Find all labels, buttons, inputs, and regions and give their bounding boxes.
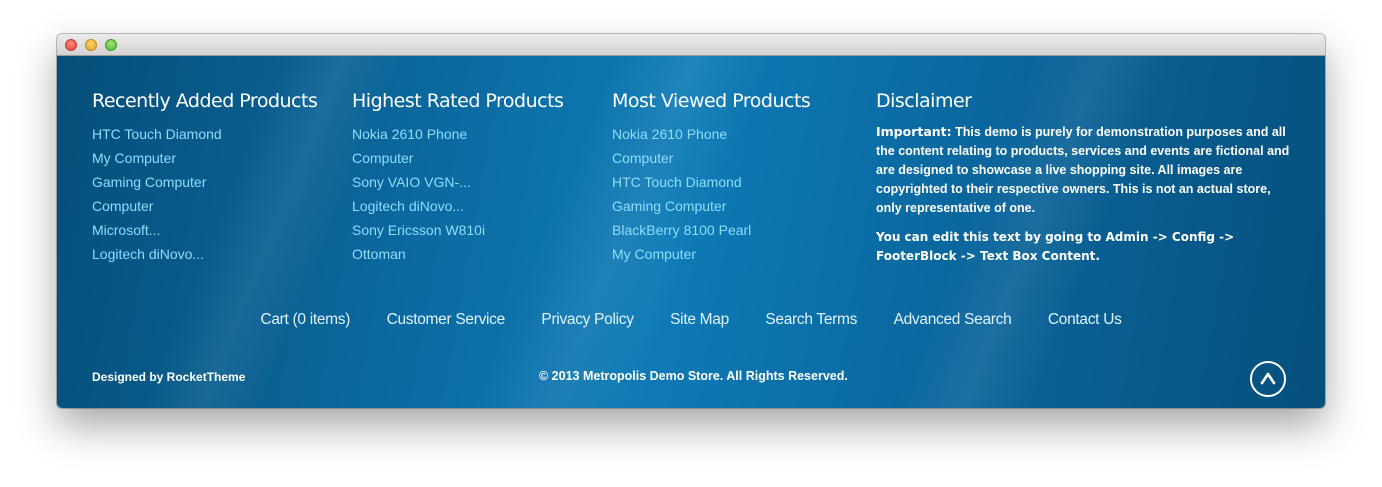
disclaimer-title: Disclaimer: [876, 90, 972, 112]
product-link[interactable]: BlackBerry 8100 Pearl: [612, 218, 810, 242]
disclaimer-block: Disclaimer Important: This demo is purel…: [876, 90, 1296, 266]
product-link[interactable]: Sony VAIO VGN-...: [352, 170, 563, 194]
most-viewed-column: Most Viewed Products Nokia 2610 Phone Co…: [612, 90, 811, 266]
product-link[interactable]: Computer: [352, 146, 563, 170]
column-title: Recently Added Products: [92, 90, 318, 112]
footer-nav: Cart (0 items) Customer Service Privacy …: [57, 311, 1325, 329]
browser-window: Recently Added Products HTC Touch Diamon…: [57, 34, 1325, 408]
product-link[interactable]: Logitech diNovo...: [352, 194, 563, 218]
product-link[interactable]: Gaming Computer: [612, 194, 810, 218]
product-link[interactable]: HTC Touch Diamond: [612, 170, 810, 194]
chevron-up-icon: [1260, 372, 1276, 385]
product-link[interactable]: Ottoman: [352, 242, 563, 266]
product-list: Nokia 2610 Phone Computer HTC Touch Diam…: [612, 122, 810, 266]
designed-by-credit[interactable]: Designed by RocketTheme: [92, 370, 245, 384]
product-link[interactable]: Microsoft...: [92, 218, 317, 242]
product-list: Nokia 2610 Phone Computer Sony VAIO VGN-…: [352, 122, 563, 266]
minimize-icon[interactable]: [85, 39, 97, 51]
disclaimer-text: Important: This demo is purely for demon…: [876, 122, 1296, 218]
nav-link-advanced-search[interactable]: Advanced Search: [894, 311, 1012, 329]
product-link[interactable]: HTC Touch Diamond: [92, 122, 317, 146]
copyright-text: © 2013 Metropolis Demo Store. All Rights…: [539, 369, 848, 383]
maximize-icon[interactable]: [105, 39, 117, 51]
product-link[interactable]: My Computer: [612, 242, 810, 266]
product-link[interactable]: My Computer: [92, 146, 317, 170]
back-to-top-button[interactable]: [1250, 361, 1286, 397]
site-footer: Recently Added Products HTC Touch Diamon…: [57, 56, 1325, 408]
nav-link-contact-us[interactable]: Contact Us: [1048, 311, 1122, 329]
column-title: Highest Rated Products: [352, 90, 564, 112]
close-icon[interactable]: [65, 39, 77, 51]
nav-link-search-terms[interactable]: Search Terms: [765, 311, 857, 329]
highest-rated-column: Highest Rated Products Nokia 2610 Phone …: [352, 90, 564, 266]
recently-added-column: Recently Added Products HTC Touch Diamon…: [92, 90, 318, 266]
nav-link-cart[interactable]: Cart (0 items): [260, 311, 350, 329]
product-list: HTC Touch Diamond My Computer Gaming Com…: [92, 122, 317, 266]
product-link[interactable]: Logitech diNovo...: [92, 242, 317, 266]
product-link[interactable]: Computer: [92, 194, 317, 218]
nav-link-customer-service[interactable]: Customer Service: [387, 311, 506, 329]
nav-link-site-map[interactable]: Site Map: [670, 311, 729, 329]
disclaimer-lead: Important:: [876, 124, 952, 139]
window-titlebar: [57, 34, 1325, 56]
product-link[interactable]: Sony Ericsson W810i: [352, 218, 563, 242]
column-title: Most Viewed Products: [612, 90, 811, 112]
product-link[interactable]: Nokia 2610 Phone: [612, 122, 810, 146]
product-link[interactable]: Gaming Computer: [92, 170, 317, 194]
product-link[interactable]: Nokia 2610 Phone: [352, 122, 563, 146]
disclaimer-edit-note: You can edit this text by going to Admin…: [876, 230, 1235, 263]
nav-link-privacy-policy[interactable]: Privacy Policy: [541, 311, 634, 329]
product-link[interactable]: Computer: [612, 146, 810, 170]
